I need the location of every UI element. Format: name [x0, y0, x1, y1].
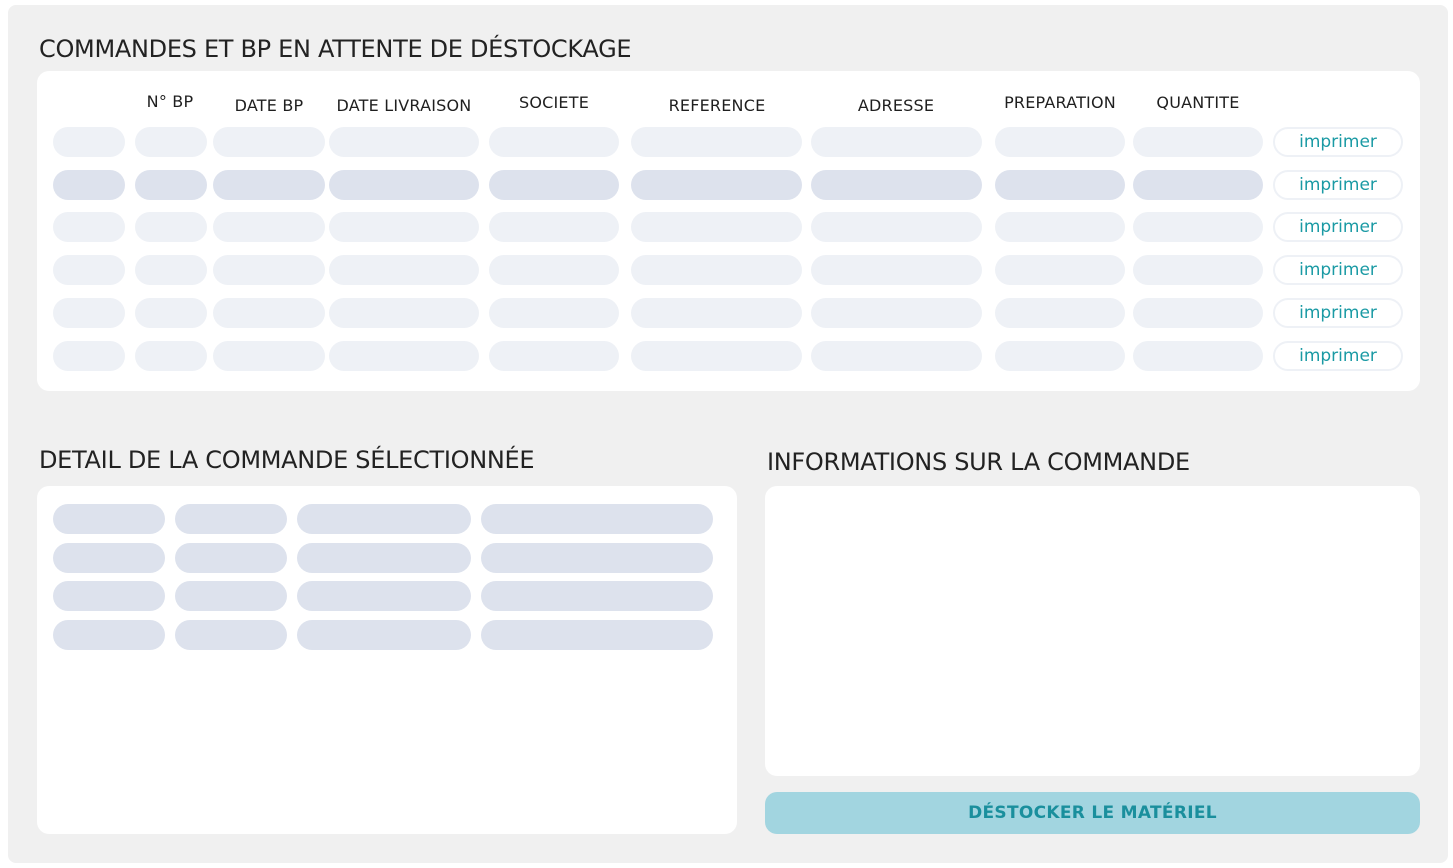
print-button[interactable]: imprimer	[1273, 298, 1403, 328]
col-header-societe: SOCIETE	[518, 93, 590, 112]
row-select-cell	[53, 127, 125, 157]
date-bp-cell	[213, 255, 325, 285]
quantite-cell	[1133, 341, 1263, 371]
preparation-cell	[995, 170, 1125, 200]
detail-title: DETAIL DE LA COMMANDE SÉLECTIONNÉE	[39, 446, 535, 474]
quantite-cell	[1133, 127, 1263, 157]
reference-cell	[631, 170, 802, 200]
detail-cell	[297, 504, 471, 534]
date-livraison-cell	[329, 127, 479, 157]
detail-cell	[175, 543, 287, 573]
reference-cell	[631, 212, 802, 242]
col-header-date-livraison: DATE LIVRAISON	[336, 96, 472, 115]
detail-cell	[53, 620, 165, 650]
detail-cell	[481, 504, 713, 534]
col-header-date-bp: DATE BP	[234, 96, 304, 115]
print-button[interactable]: imprimer	[1273, 127, 1403, 157]
date-bp-cell	[213, 170, 325, 200]
societe-cell	[489, 341, 619, 371]
row-select-cell	[53, 255, 125, 285]
info-title: INFORMATIONS SUR LA COMMANDE	[767, 448, 1190, 476]
societe-cell	[489, 255, 619, 285]
reference-cell	[631, 255, 802, 285]
orders-title: COMMANDES ET BP EN ATTENTE DE DÉSTOCKAGE	[39, 35, 632, 63]
adresse-cell	[811, 255, 982, 285]
detail-cell	[297, 620, 471, 650]
order-detail-panel	[37, 486, 737, 834]
quantite-cell	[1133, 212, 1263, 242]
detail-cell	[481, 620, 713, 650]
print-button[interactable]: imprimer	[1273, 170, 1403, 200]
detail-cell	[53, 581, 165, 611]
date-bp-cell	[213, 212, 325, 242]
adresse-cell	[811, 341, 982, 371]
preparation-cell	[995, 298, 1125, 328]
detail-cell	[175, 581, 287, 611]
adresse-cell	[811, 212, 982, 242]
row-select-cell	[53, 170, 125, 200]
date-livraison-cell	[329, 341, 479, 371]
numero-bp-cell	[135, 212, 207, 242]
order-info-panel	[765, 486, 1420, 776]
detail-cell	[481, 581, 713, 611]
orders-table: N° BP DATE BP DATE LIVRAISON SOCIETE REF…	[37, 71, 1420, 391]
reference-cell	[631, 341, 802, 371]
date-livraison-cell	[329, 298, 479, 328]
col-header-preparation: PREPARATION	[1004, 93, 1116, 112]
reference-cell	[631, 298, 802, 328]
detail-cell	[297, 581, 471, 611]
print-button[interactable]: imprimer	[1273, 341, 1403, 371]
detail-cell	[175, 504, 287, 534]
detail-cell	[297, 543, 471, 573]
detail-cell	[53, 504, 165, 534]
adresse-cell	[811, 170, 982, 200]
societe-cell	[489, 170, 619, 200]
date-bp-cell	[213, 298, 325, 328]
quantite-cell	[1133, 298, 1263, 328]
preparation-cell	[995, 255, 1125, 285]
numero-bp-cell	[135, 127, 207, 157]
date-livraison-cell	[329, 212, 479, 242]
detail-cell	[175, 620, 287, 650]
col-header-reference: REFERENCE	[668, 96, 766, 115]
adresse-cell	[811, 127, 982, 157]
reference-cell	[631, 127, 802, 157]
numero-bp-cell	[135, 341, 207, 371]
adresse-cell	[811, 298, 982, 328]
societe-cell	[489, 298, 619, 328]
date-livraison-cell	[329, 170, 479, 200]
col-header-numero-bp: N° BP	[146, 92, 194, 111]
numero-bp-cell	[135, 298, 207, 328]
app-window: COMMANDES ET BP EN ATTENTE DE DÉSTOCKAGE…	[8, 5, 1448, 863]
date-livraison-cell	[329, 255, 479, 285]
preparation-cell	[995, 212, 1125, 242]
societe-cell	[489, 212, 619, 242]
col-header-quantite: QUANTITE	[1156, 93, 1240, 112]
row-select-cell	[53, 298, 125, 328]
detail-cell	[53, 543, 165, 573]
row-select-cell	[53, 212, 125, 242]
numero-bp-cell	[135, 255, 207, 285]
row-select-cell	[53, 341, 125, 371]
quantite-cell	[1133, 170, 1263, 200]
societe-cell	[489, 127, 619, 157]
date-bp-cell	[213, 127, 325, 157]
preparation-cell	[995, 341, 1125, 371]
destock-button[interactable]: DÉSTOCKER LE MATÉRIEL	[765, 792, 1420, 834]
print-button[interactable]: imprimer	[1273, 255, 1403, 285]
detail-cell	[481, 543, 713, 573]
col-header-adresse: ADRESSE	[857, 96, 935, 115]
quantite-cell	[1133, 255, 1263, 285]
preparation-cell	[995, 127, 1125, 157]
print-button[interactable]: imprimer	[1273, 212, 1403, 242]
numero-bp-cell	[135, 170, 207, 200]
date-bp-cell	[213, 341, 325, 371]
